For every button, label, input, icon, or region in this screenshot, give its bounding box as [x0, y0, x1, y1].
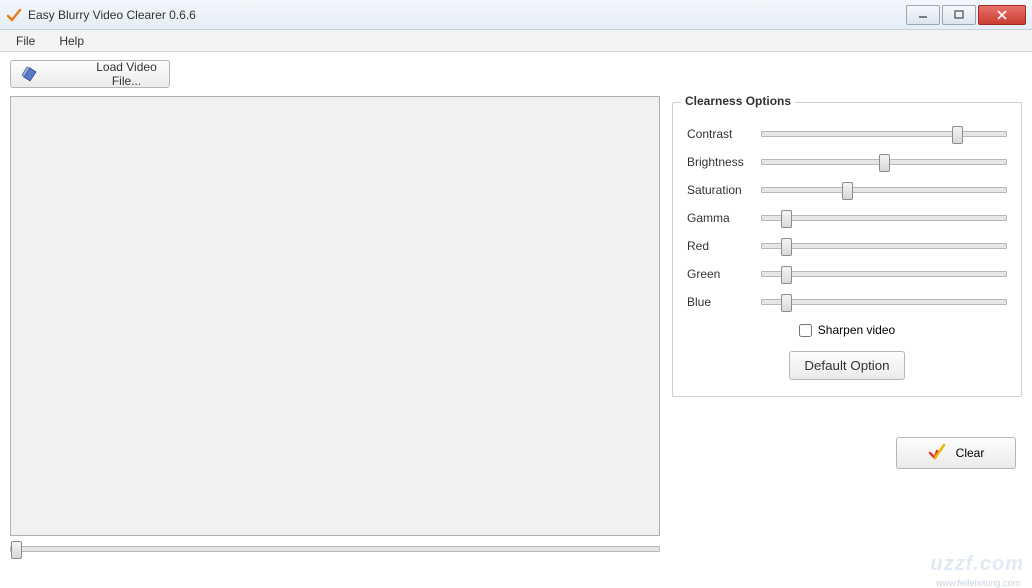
- slider-thumb-brightness[interactable]: [879, 154, 890, 172]
- slider-thumb-blue[interactable]: [781, 294, 792, 312]
- slider-saturation[interactable]: [761, 187, 1007, 193]
- slider-red[interactable]: [761, 243, 1007, 249]
- slider-thumb-red[interactable]: [781, 238, 792, 256]
- clear-label: Clear: [956, 446, 985, 460]
- toolbar: Load Video File...: [0, 52, 1032, 92]
- slider-label-contrast: Contrast: [687, 127, 761, 141]
- slider-row-brightness: Brightness: [687, 155, 1007, 169]
- clearness-options-group: Clearness Options ContrastBrightnessSatu…: [672, 102, 1022, 397]
- title-bar: Easy Blurry Video Clearer 0.6.6: [0, 0, 1032, 30]
- app-icon: [6, 7, 22, 23]
- checkmark-icon: [928, 443, 946, 464]
- default-option-button[interactable]: Default Option: [789, 351, 904, 380]
- slider-label-red: Red: [687, 239, 761, 253]
- slider-green[interactable]: [761, 271, 1007, 277]
- window-title: Easy Blurry Video Clearer 0.6.6: [28, 8, 904, 22]
- menu-help[interactable]: Help: [49, 32, 94, 50]
- film-icon: [21, 65, 86, 83]
- slider-row-gamma: Gamma: [687, 211, 1007, 225]
- clearness-options-title: Clearness Options: [681, 94, 795, 108]
- load-video-button[interactable]: Load Video File...: [10, 60, 170, 88]
- clear-button[interactable]: Clear: [896, 437, 1016, 469]
- slider-thumb-contrast[interactable]: [952, 126, 963, 144]
- menu-bar: File Help: [0, 30, 1032, 52]
- slider-thumb-green[interactable]: [781, 266, 792, 284]
- slider-thumb-saturation[interactable]: [842, 182, 853, 200]
- video-preview: [10, 96, 660, 536]
- maximize-button[interactable]: [942, 5, 976, 25]
- slider-label-blue: Blue: [687, 295, 761, 309]
- close-button[interactable]: [978, 5, 1026, 25]
- slider-label-green: Green: [687, 267, 761, 281]
- sharpen-label[interactable]: Sharpen video: [818, 323, 895, 337]
- slider-contrast[interactable]: [761, 131, 1007, 137]
- slider-row-green: Green: [687, 267, 1007, 281]
- slider-gamma[interactable]: [761, 215, 1007, 221]
- slider-row-saturation: Saturation: [687, 183, 1007, 197]
- slider-row-red: Red: [687, 239, 1007, 253]
- slider-brightness[interactable]: [761, 159, 1007, 165]
- slider-blue[interactable]: [761, 299, 1007, 305]
- slider-row-blue: Blue: [687, 295, 1007, 309]
- seek-slider-thumb[interactable]: [11, 541, 22, 559]
- slider-label-brightness: Brightness: [687, 155, 761, 169]
- menu-file[interactable]: File: [6, 32, 45, 50]
- slider-label-gamma: Gamma: [687, 211, 761, 225]
- sharpen-checkbox[interactable]: [799, 324, 812, 337]
- minimize-button[interactable]: [906, 5, 940, 25]
- load-video-label: Load Video File...: [94, 60, 159, 88]
- seek-slider[interactable]: [10, 546, 660, 552]
- slider-thumb-gamma[interactable]: [781, 210, 792, 228]
- watermark-sub: www.feifeixitong.com: [936, 578, 1020, 588]
- slider-row-contrast: Contrast: [687, 127, 1007, 141]
- window-controls: [904, 5, 1026, 25]
- slider-label-saturation: Saturation: [687, 183, 761, 197]
